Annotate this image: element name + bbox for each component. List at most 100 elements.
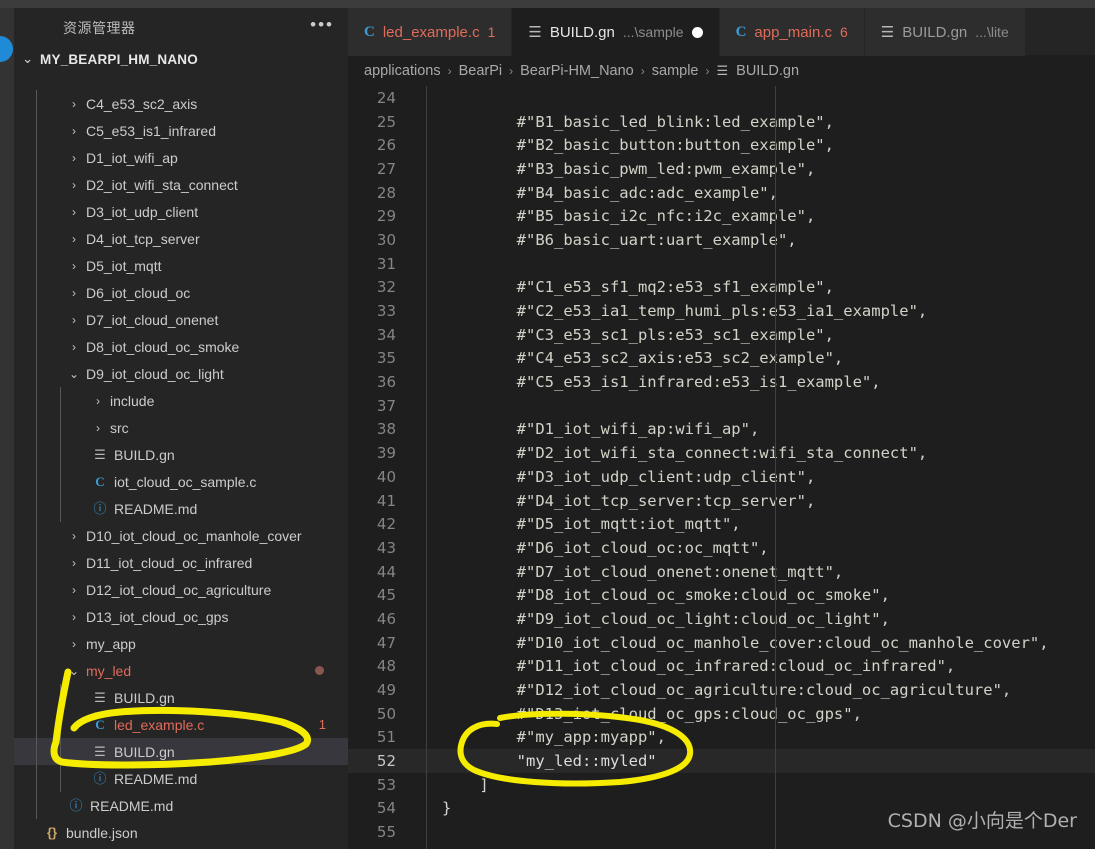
- code-line[interactable]: 56: [348, 844, 1095, 849]
- code-line[interactable]: 33 #"C2_e53_ia1_temp_humi_pls:e53_ia1_ex…: [348, 299, 1095, 323]
- tree-row[interactable]: › D10_iot_cloud_oc_manhole_cover: [14, 522, 348, 549]
- code-line[interactable]: 28 #"B4_basic_adc:adc_example",: [348, 181, 1095, 205]
- tree-row[interactable]: ⌄ D9_iot_cloud_oc_light: [14, 360, 348, 387]
- code-line[interactable]: 32 #"C1_e53_sf1_mq2:e53_sf1_example",: [348, 276, 1095, 300]
- tree-row[interactable]: Cled_example.c 1: [14, 711, 348, 738]
- code-line[interactable]: 27 #"B3_basic_pwm_led:pwm_example",: [348, 157, 1095, 181]
- chevron-right-icon[interactable]: ›: [66, 97, 82, 111]
- watermark-text: CSDN @小向是个Der: [887, 810, 1077, 832]
- tree-row[interactable]: ☰ BUILD.gn: [14, 738, 348, 765]
- breadcrumb-item[interactable]: applications: [364, 63, 441, 79]
- editor-tab[interactable]: ☰ BUILD.gn ...\lite: [864, 8, 1026, 56]
- tree-row[interactable]: › C5_e53_is1_infrared: [14, 117, 348, 144]
- code-editor[interactable]: 24 25 #"B1_basic_led_blink:led_example", 2…: [348, 86, 1095, 849]
- code-line[interactable]: 26 #"B2_basic_button:button_example",: [348, 133, 1095, 157]
- chevron-down-icon[interactable]: ⌄: [22, 51, 40, 67]
- chevron-down-icon[interactable]: ⌄: [66, 367, 82, 381]
- tree-row[interactable]: › D12_iot_cloud_oc_agriculture: [14, 576, 348, 603]
- code-line[interactable]: 24: [348, 86, 1095, 110]
- chevron-right-icon[interactable]: ›: [66, 637, 82, 651]
- code-line[interactable]: 31: [348, 252, 1095, 276]
- code-line[interactable]: 37: [348, 394, 1095, 418]
- code-line[interactable]: 40 #"D3_iot_udp_client:udp_client",: [348, 465, 1095, 489]
- code-line[interactable]: 51 #"my_app:myapp",: [348, 726, 1095, 750]
- tab-label: app_main.c: [754, 23, 832, 41]
- problem-count-badge: 1: [318, 717, 326, 732]
- editor-tab[interactable]: ☰ BUILD.gn ...\sample: [512, 8, 720, 56]
- explorer-more-actions-icon[interactable]: •••: [310, 16, 334, 35]
- tree-row[interactable]: › src: [14, 414, 348, 441]
- code-line[interactable]: 50 #"D13_iot_cloud_oc_gps:cloud_oc_gps",: [348, 702, 1095, 726]
- chevron-right-icon[interactable]: ›: [66, 556, 82, 570]
- code-line[interactable]: 41 #"D4_iot_tcp_server:tcp_server",: [348, 489, 1095, 513]
- chevron-right-icon[interactable]: ›: [66, 313, 82, 327]
- code-line[interactable]: 25 #"B1_basic_led_blink:led_example",: [348, 110, 1095, 134]
- editor-tab[interactable]: Capp_main.c 6: [719, 8, 865, 56]
- chevron-right-icon[interactable]: ›: [66, 124, 82, 138]
- chevron-down-icon[interactable]: ⌄: [66, 664, 82, 678]
- tree-row[interactable]: › D7_iot_cloud_onenet: [14, 306, 348, 333]
- breadcrumb-item[interactable]: BearPi-HM_Nano: [520, 63, 634, 79]
- tree-row[interactable]: ⌄ my_led: [14, 657, 348, 684]
- tree-row[interactable]: ⓘ README.md: [14, 495, 348, 522]
- tree-row[interactable]: › D3_iot_udp_client: [14, 198, 348, 225]
- code-line[interactable]: 42 #"D5_iot_mqtt:iot_mqtt",: [348, 512, 1095, 536]
- code-line[interactable]: 36 #"C5_e53_is1_infrared:e53_is1_example…: [348, 370, 1095, 394]
- tree-row[interactable]: › D11_iot_cloud_oc_infrared: [14, 549, 348, 576]
- tree-row[interactable]: Ciot_cloud_oc_sample.c: [14, 468, 348, 495]
- code-line[interactable]: 34 #"C3_e53_sc1_pls:e53_sc1_example",: [348, 323, 1095, 347]
- code-line[interactable]: 29 #"B5_basic_i2c_nfc:i2c_example",: [348, 204, 1095, 228]
- breadcrumb-item[interactable]: BearPi: [459, 63, 503, 79]
- chevron-right-icon[interactable]: ›: [66, 178, 82, 192]
- line-number: 32: [376, 278, 396, 297]
- tree-row[interactable]: › D6_iot_cloud_oc: [14, 279, 348, 306]
- editor-tab[interactable]: Cled_example.c 1: [348, 8, 513, 56]
- code-line[interactable]: 44 #"D7_iot_cloud_onenet:onenet_mqtt",: [348, 560, 1095, 584]
- unsaved-dot-icon[interactable]: [691, 26, 703, 38]
- chevron-right-icon[interactable]: ›: [66, 286, 82, 300]
- tab-label: led_example.c: [382, 23, 480, 41]
- code-line[interactable]: 53 ]: [348, 773, 1095, 797]
- tree-row[interactable]: ☰ BUILD.gn: [14, 684, 348, 711]
- gn-file-icon: ☰: [94, 744, 106, 759]
- chevron-right-icon[interactable]: ›: [66, 340, 82, 354]
- code-line[interactable]: 52 "my_led::myled": [348, 749, 1095, 773]
- explorer-root-folder[interactable]: ⌄ MY_BEARPI_HM_NANO: [14, 48, 348, 70]
- code-line[interactable]: 47 #"D10_iot_cloud_oc_manhole_cover:clou…: [348, 631, 1095, 655]
- chevron-right-icon[interactable]: ›: [66, 205, 82, 219]
- tree-row[interactable]: ⓘ README.md: [14, 792, 348, 819]
- breadcrumb-item[interactable]: sample: [652, 63, 699, 79]
- tree-row[interactable]: ☰ BUILD.gn: [14, 441, 348, 468]
- chevron-right-icon[interactable]: ›: [66, 610, 82, 624]
- code-line[interactable]: 46 #"D9_iot_cloud_oc_light:cloud_oc_ligh…: [348, 607, 1095, 631]
- chevron-right-icon[interactable]: ›: [90, 394, 106, 408]
- code-line[interactable]: 48 #"D11_iot_cloud_oc_infrared:cloud_oc_…: [348, 655, 1095, 679]
- breadcrumb-item[interactable]: BUILD.gn: [736, 63, 799, 79]
- tree-row[interactable]: › D8_iot_cloud_oc_smoke: [14, 333, 348, 360]
- tree-row[interactable]: › D2_iot_wifi_sta_connect: [14, 171, 348, 198]
- tree-row[interactable]: › C4_e53_sc2_axis: [14, 90, 348, 117]
- tree-row[interactable]: ⓘ README.md: [14, 765, 348, 792]
- chevron-right-icon[interactable]: ›: [66, 151, 82, 165]
- chevron-right-icon[interactable]: ›: [66, 529, 82, 543]
- code-line[interactable]: 43 #"D6_iot_cloud_oc:oc_mqtt",: [348, 536, 1095, 560]
- tree-row[interactable]: › D4_iot_tcp_server: [14, 225, 348, 252]
- tree-row[interactable]: › D5_iot_mqtt: [14, 252, 348, 279]
- chevron-right-icon[interactable]: ›: [66, 232, 82, 246]
- tree-row[interactable]: › include: [14, 387, 348, 414]
- code-line[interactable]: 30 #"B6_basic_uart:uart_example",: [348, 228, 1095, 252]
- tree-row[interactable]: {} bundle.json: [14, 819, 348, 846]
- chevron-right-icon[interactable]: ›: [90, 421, 106, 435]
- tree-item-label: D2_iot_wifi_sta_connect: [86, 176, 238, 193]
- code-line[interactable]: 45 #"D8_iot_cloud_oc_smoke:cloud_oc_smok…: [348, 583, 1095, 607]
- code-line[interactable]: 39 #"D2_iot_wifi_sta_connect:wifi_sta_co…: [348, 441, 1095, 465]
- code-line[interactable]: 49 #"D12_iot_cloud_oc_agriculture:cloud_…: [348, 678, 1095, 702]
- tree-row[interactable]: › D1_iot_wifi_ap: [14, 144, 348, 171]
- tree-row[interactable]: › my_app: [14, 630, 348, 657]
- chevron-right-icon[interactable]: ›: [66, 259, 82, 273]
- code-line[interactable]: 35 #"C4_e53_sc2_axis:e53_sc2_example",: [348, 347, 1095, 371]
- tree-row[interactable]: › D13_iot_cloud_oc_gps: [14, 603, 348, 630]
- chevron-right-icon[interactable]: ›: [66, 583, 82, 597]
- tab-problem-count: 6: [839, 24, 848, 40]
- code-line[interactable]: 38 #"D1_iot_wifi_ap:wifi_ap",: [348, 418, 1095, 442]
